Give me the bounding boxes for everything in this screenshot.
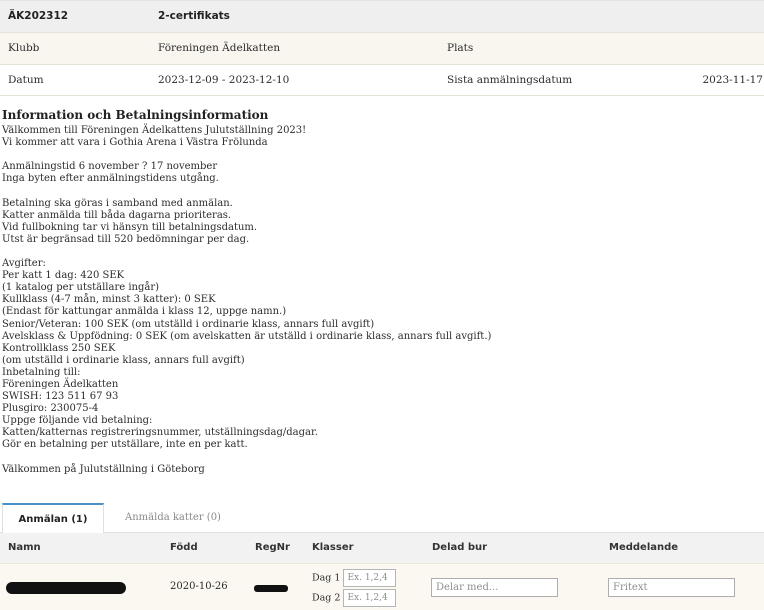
- table-row: 2020-10-26 Dag 1 Dag 2: [0, 563, 764, 610]
- message-input[interactable]: [608, 578, 735, 597]
- information-line: Välkommen på Julutställning i Göteborg: [2, 463, 205, 475]
- certificate-type: 2-certifikats: [158, 10, 230, 22]
- information-line: Välkommen till Föreningen Ädelkattens Ju…: [2, 125, 307, 136]
- place-label: Plats: [447, 42, 474, 54]
- club-row: Klubb Föreningen Ädelkatten Plats: [0, 32, 764, 64]
- information-line: Vid fullbokning tar vi hänsyn till betal…: [2, 221, 258, 233]
- information-line: Uppge följande vid betalning:: [2, 415, 153, 427]
- date-row: Datum 2023-12-09 - 2023-12-10 Sista anmä…: [0, 64, 764, 96]
- information-line: Inga byten efter anmälningstidens utgång…: [2, 173, 219, 185]
- show-info-table: ÄK202312 2-certifikats Klubb Föreningen …: [0, 0, 764, 96]
- day1-label: Dag 1: [312, 572, 341, 584]
- information-body: Välkommen till Föreningen Ädelkattens Ju…: [2, 125, 742, 476]
- header-classes: Klasser: [312, 542, 354, 553]
- tab-registration[interactable]: Anmälan (1): [2, 503, 104, 534]
- information-title: Information och Betalningsinformation: [2, 108, 269, 122]
- information-line: Avgifter:: [2, 258, 46, 270]
- club-label: Klubb: [8, 42, 40, 54]
- information-line: [2, 185, 742, 197]
- born-value: 2020-10-26: [170, 581, 228, 592]
- day1-class-group: Dag 1: [312, 569, 397, 587]
- information-line: [2, 246, 742, 258]
- information-line: Senior/Veteran: 100 SEK (om utställd i o…: [2, 318, 375, 330]
- show-header-row: ÄK202312 2-certifikats: [0, 1, 764, 32]
- day2-label: Dag 2: [312, 592, 341, 604]
- information-line: Föreningen Ädelkatten: [2, 378, 119, 390]
- redacted-regnr: [254, 585, 288, 592]
- redacted-name: [6, 582, 126, 594]
- header-regnr: RegNr: [255, 542, 290, 553]
- club-value: Föreningen Ädelkatten: [158, 42, 281, 54]
- information-line: (Endast för kattungar anmälda i klass 12…: [2, 306, 287, 318]
- header-name: Namn: [8, 542, 41, 553]
- information-line: Kontrollklass 250 SEK: [2, 342, 116, 354]
- information-line: Gör en betalning per utställare, inte en…: [2, 439, 248, 451]
- day1-class-input[interactable]: [343, 569, 397, 587]
- deadline-value: 2023-11-17: [702, 74, 763, 86]
- registration-tabs: Anmälan (1) Anmälda katter (0): [0, 503, 764, 534]
- information-line: Plusgiro: 230075-4: [2, 403, 99, 415]
- information-line: Vi kommer att vara i Gothia Arena i Väst…: [2, 137, 268, 149]
- information-line: (1 katalog per utställare ingår): [2, 282, 160, 294]
- header-shared-cage: Delad bur: [432, 542, 488, 553]
- information-line: Kullklass (4-7 mån, minst 3 katter): 0 S…: [2, 294, 216, 306]
- information-line: Anmälningstid 6 november ? 17 november: [2, 161, 218, 173]
- day2-class-input[interactable]: [343, 589, 397, 607]
- information-line: [2, 149, 742, 161]
- information-line: SWISH: 123 511 67 93: [2, 391, 119, 403]
- header-message: Meddelande: [609, 542, 679, 553]
- information-line: Avelsklass & Uppfödning: 0 SEK (om avels…: [2, 330, 492, 342]
- shared-cage-input[interactable]: [431, 578, 558, 597]
- tab-registered-cats[interactable]: Anmälda katter (0): [118, 503, 228, 534]
- header-born: Född: [170, 542, 198, 553]
- information-line: Katten/katternas registreringsnummer, ut…: [2, 427, 318, 439]
- information-line: [2, 452, 742, 464]
- information-line: Katter anmälda till båda dagarna priorit…: [2, 209, 232, 221]
- information-line: Utst är begränsad till 520 bedömningar p…: [2, 233, 250, 245]
- registration-table-header: Namn Född RegNr Klasser Delad bur Meddel…: [0, 533, 764, 563]
- information-section: Information och Betalningsinformation Vä…: [2, 108, 742, 476]
- show-code: ÄK202312: [8, 10, 69, 22]
- information-line: (om utställd i ordinarie klass, annars f…: [2, 354, 245, 366]
- information-line: Inbetalning till:: [2, 366, 81, 378]
- day2-class-group: Dag 2: [312, 589, 397, 607]
- date-value: 2023-12-09 - 2023-12-10: [158, 74, 290, 86]
- date-label: Datum: [8, 74, 44, 86]
- information-line: Per katt 1 dag: 420 SEK: [2, 270, 125, 282]
- information-line: Betalning ska göras i samband med anmäla…: [2, 197, 233, 209]
- deadline-label: Sista anmälningsdatum: [447, 74, 573, 86]
